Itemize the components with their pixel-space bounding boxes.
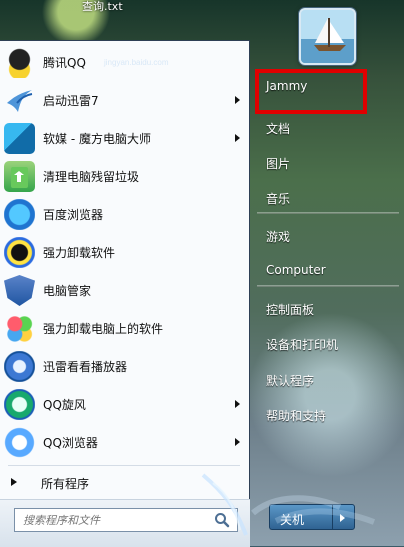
right-item-devices-printers[interactable]: 设备和打印机 — [255, 326, 401, 360]
search-input[interactable] — [23, 509, 205, 531]
program-item-thunder-player[interactable]: 迅雷看看播放器 — [4, 347, 244, 385]
program-label: QQ浏览器 — [43, 436, 98, 450]
program-label: 百度浏览器 — [43, 208, 104, 222]
shield-icon — [4, 275, 35, 306]
submenu-arrow-icon[interactable] — [235, 400, 240, 408]
right-item-label: 游戏 — [266, 230, 291, 244]
program-item-rubik-master[interactable]: 软媒 - 魔方电脑大师 — [4, 119, 244, 157]
program-item-baidu-browser[interactable]: 百度浏览器 — [4, 195, 244, 233]
right-item-control-panel[interactable]: 控制面板 — [255, 291, 401, 325]
right-item-label: 默认程序 — [266, 374, 315, 388]
user-avatar[interactable] — [299, 8, 356, 65]
sailboat-avatar-icon — [301, 10, 354, 63]
recycle-bin-icon — [4, 161, 35, 192]
right-item-label: 控制面板 — [266, 303, 315, 317]
right-item-help-support[interactable]: 帮助和支持 — [255, 397, 401, 431]
chevron-right-icon — [11, 478, 17, 486]
program-item-qq-browser[interactable]: QQ浏览器 — [4, 423, 244, 461]
browser-swirl-icon — [4, 199, 35, 230]
right-item-label: 图片 — [266, 157, 291, 171]
right-item-label: 设备和打印机 — [266, 338, 339, 352]
right-item-computer[interactable]: Computer — [255, 253, 401, 287]
program-item-uninstaller[interactable]: 强力卸载软件 — [4, 233, 244, 271]
right-item-games[interactable]: 游戏 — [255, 218, 401, 252]
right-panel-separator — [257, 285, 399, 287]
right-item-label: Computer — [266, 263, 326, 277]
qq-whirlwind-icon — [4, 389, 35, 420]
colorful-flower-icon — [4, 313, 35, 344]
program-label: 腾讯QQ — [43, 56, 86, 70]
program-label: 强力卸载电脑上的软件 — [43, 322, 164, 336]
program-list-divider — [8, 465, 240, 466]
qq-penguin-icon — [4, 47, 35, 78]
program-item-cleaner[interactable]: 清理电脑残留垃圾 — [4, 157, 244, 195]
qq-browser-icon — [4, 427, 35, 458]
program-label: 电脑管家 — [43, 284, 92, 298]
program-label: 清理电脑残留垃圾 — [43, 170, 140, 184]
media-player-icon — [4, 351, 35, 382]
right-item-label: 文档 — [266, 122, 291, 136]
submenu-arrow-icon[interactable] — [235, 134, 240, 142]
uninstall-icon — [4, 237, 35, 268]
program-item-thunder[interactable]: 启动迅雷7 — [4, 81, 244, 119]
program-item-pc-manager[interactable]: 电脑管家 — [4, 271, 244, 309]
right-item-documents[interactable]: 文档 — [255, 110, 401, 144]
program-label: 软媒 - 魔方电脑大师 — [43, 132, 151, 146]
right-item-music[interactable]: 音乐 — [255, 180, 401, 214]
program-item-force-uninstall[interactable]: 强力卸载电脑上的软件 — [4, 309, 244, 347]
thunder-bird-icon — [7, 90, 33, 112]
program-label: 强力卸载软件 — [43, 246, 116, 260]
right-item-pictures[interactable]: 图片 — [255, 145, 401, 179]
right-item-label: Jammy — [266, 79, 308, 93]
right-item-label: 帮助和支持 — [266, 409, 327, 423]
program-label: 迅雷看看播放器 — [43, 360, 128, 374]
program-label: 启动迅雷7 — [43, 94, 99, 108]
all-programs-label: 所有程序 — [41, 477, 90, 491]
baidu-experience-watermark-icon — [201, 473, 376, 536]
right-item-default-programs[interactable]: 默认程序 — [255, 362, 401, 396]
program-item-qq-whirlwind[interactable]: QQ旋风 — [4, 385, 244, 423]
right-item-jammy[interactable]: Jammy — [255, 69, 401, 114]
cube-icon — [4, 123, 35, 154]
submenu-arrow-icon[interactable] — [235, 96, 240, 104]
right-panel-separator — [257, 212, 399, 214]
submenu-arrow-icon[interactable] — [235, 438, 240, 446]
watermark-site-text: jingyan.baidu.com — [104, 58, 169, 67]
program-label: QQ旋风 — [43, 398, 86, 412]
right-item-label: 音乐 — [266, 192, 291, 206]
desktop-file-title: 查询.txt — [82, 0, 123, 13]
